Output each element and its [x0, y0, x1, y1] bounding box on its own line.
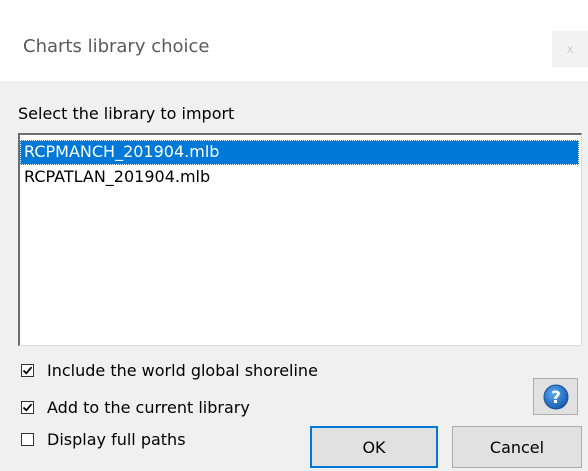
help-question-icon: ? [543, 384, 568, 409]
display-full-paths-label: Display full paths [47, 429, 186, 449]
library-listbox[interactable]: RCPMANCH_201904.mlb RCPATLAN_201904.mlb [18, 133, 582, 346]
library-prompt-label: Select the library to import [18, 104, 235, 123]
svg-text:?: ? [551, 388, 561, 408]
add-to-library-checkbox[interactable] [21, 400, 34, 414]
option-add-to-library[interactable]: Add to the current library [21, 396, 250, 418]
window-top-edge [0, 0, 588, 13]
add-to-library-label: Add to the current library [47, 397, 250, 417]
close-icon: x [566, 42, 574, 56]
library-list-item[interactable]: RCPATLAN_201904.mlb [20, 165, 579, 190]
library-list-item[interactable]: RCPMANCH_201904.mlb [20, 140, 579, 165]
close-button[interactable]: x [552, 31, 588, 67]
display-full-paths-checkbox[interactable] [21, 432, 34, 446]
option-include-shoreline[interactable]: Include the world global shoreline [21, 359, 318, 381]
include-shoreline-label: Include the world global shoreline [47, 360, 318, 380]
option-display-full-paths[interactable]: Display full paths [21, 428, 186, 450]
ok-button[interactable]: OK [310, 426, 438, 468]
include-shoreline-checkbox[interactable] [21, 363, 34, 377]
help-button[interactable]: ? [533, 378, 578, 415]
cancel-button[interactable]: Cancel [452, 426, 582, 468]
checkmark-icon [22, 403, 33, 412]
checkmark-icon [22, 366, 33, 375]
window-title: Charts library choice [23, 36, 210, 57]
